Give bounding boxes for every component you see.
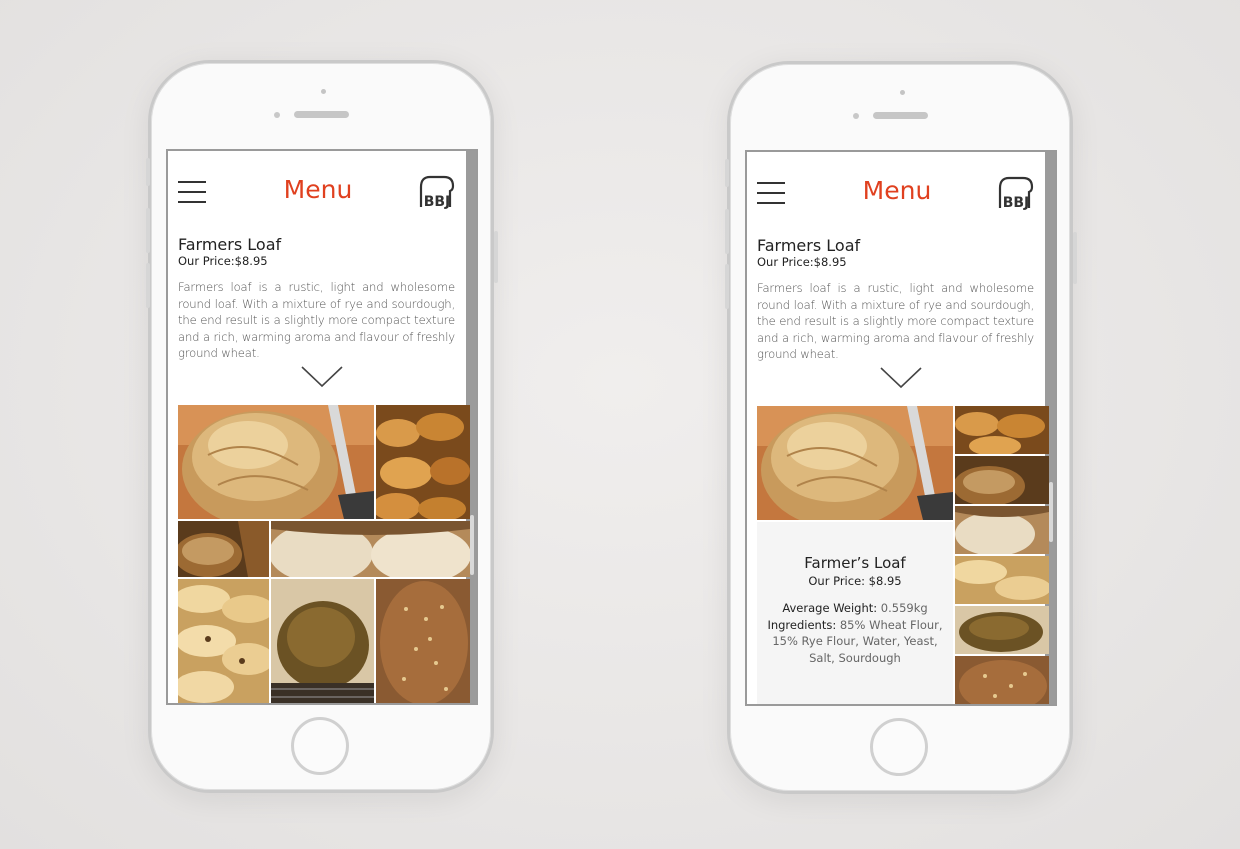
earpiece (873, 112, 928, 119)
thumb-croissants[interactable] (955, 406, 1049, 454)
thumb-seeded-loaf[interactable] (955, 606, 1049, 654)
chevron-down-icon[interactable] (300, 365, 344, 389)
product-name: Farmers Loaf (178, 235, 282, 254)
detail-price: Our Price: $8.95 (808, 574, 902, 588)
detail-specs: Average Weight: 0.559kg Ingredients: 85%… (757, 600, 953, 666)
mute-switch (725, 159, 729, 187)
home-button[interactable] (870, 718, 928, 776)
product-name: Farmers Loaf (757, 236, 861, 255)
bbj-logo-icon[interactable]: BBJ (995, 174, 1035, 212)
scroll-thumb[interactable] (1049, 482, 1053, 542)
photo-grain-loaf[interactable] (376, 579, 470, 703)
detail-name: Farmer’s Loaf (804, 554, 906, 572)
sensor-dot (900, 90, 905, 95)
phone-right: Menu BBJ Farmers Loaf Our Price:$8.95 Fa… (725, 61, 1077, 794)
photo-bread-slices[interactable] (271, 521, 470, 577)
photo-farmers-loaf[interactable] (178, 405, 374, 519)
photo-sourdough-crust[interactable] (178, 521, 269, 577)
photo-braided-bread[interactable] (178, 579, 269, 703)
sensor-dot (321, 89, 326, 94)
ingredients-label: Ingredients: (767, 617, 837, 632)
weight-label: Average Weight: (782, 601, 878, 615)
front-camera (853, 113, 859, 119)
mute-switch (146, 158, 150, 186)
volume-up-button (146, 208, 150, 253)
app-screen-left: Menu BBJ Farmers Loaf Our Price:$8.95 Fa… (166, 149, 478, 705)
logo-text: BBJ (1003, 195, 1030, 211)
photo-farmers-loaf[interactable] (757, 406, 953, 520)
product-price: Our Price:$8.95 (178, 254, 268, 268)
photo-seeded-loaf[interactable] (271, 579, 374, 703)
logo-text: BBJ (424, 194, 451, 210)
earpiece (294, 111, 349, 118)
app-screen-right: Menu BBJ Farmers Loaf Our Price:$8.95 Fa… (745, 150, 1057, 706)
chevron-down-icon[interactable] (879, 366, 923, 390)
phone-left: Menu BBJ Farmers Loaf Our Price:$8.95 Fa… (146, 60, 498, 793)
thumb-sourdough-crust[interactable] (955, 456, 1049, 504)
home-button[interactable] (291, 717, 349, 775)
product-price: Our Price:$8.95 (757, 255, 847, 269)
product-description: Farmers loaf is a rustic, light and whol… (757, 281, 1034, 362)
bbj-logo-icon[interactable]: BBJ (416, 173, 456, 211)
thumb-braided-bread[interactable] (955, 556, 1049, 604)
volume-down-button (146, 263, 150, 308)
power-button (494, 231, 498, 283)
product-description: Farmers loaf is a rustic, light and whol… (178, 280, 455, 361)
power-button (1073, 232, 1077, 284)
scroll-thumb[interactable] (470, 515, 474, 575)
front-camera (274, 112, 280, 118)
mockup-stage: Menu BBJ Farmers Loaf Our Price:$8.95 Fa… (0, 0, 1240, 849)
photo-croissants[interactable] (376, 405, 470, 519)
volume-down-button (725, 264, 729, 309)
thumb-grain-loaf[interactable] (955, 656, 1049, 704)
volume-up-button (725, 209, 729, 254)
weight-value: 0.559kg (880, 601, 928, 615)
thumb-bread-slices[interactable] (955, 506, 1049, 554)
product-detail-card: Farmer’s Loaf Our Price: $8.95 Average W… (757, 522, 953, 704)
